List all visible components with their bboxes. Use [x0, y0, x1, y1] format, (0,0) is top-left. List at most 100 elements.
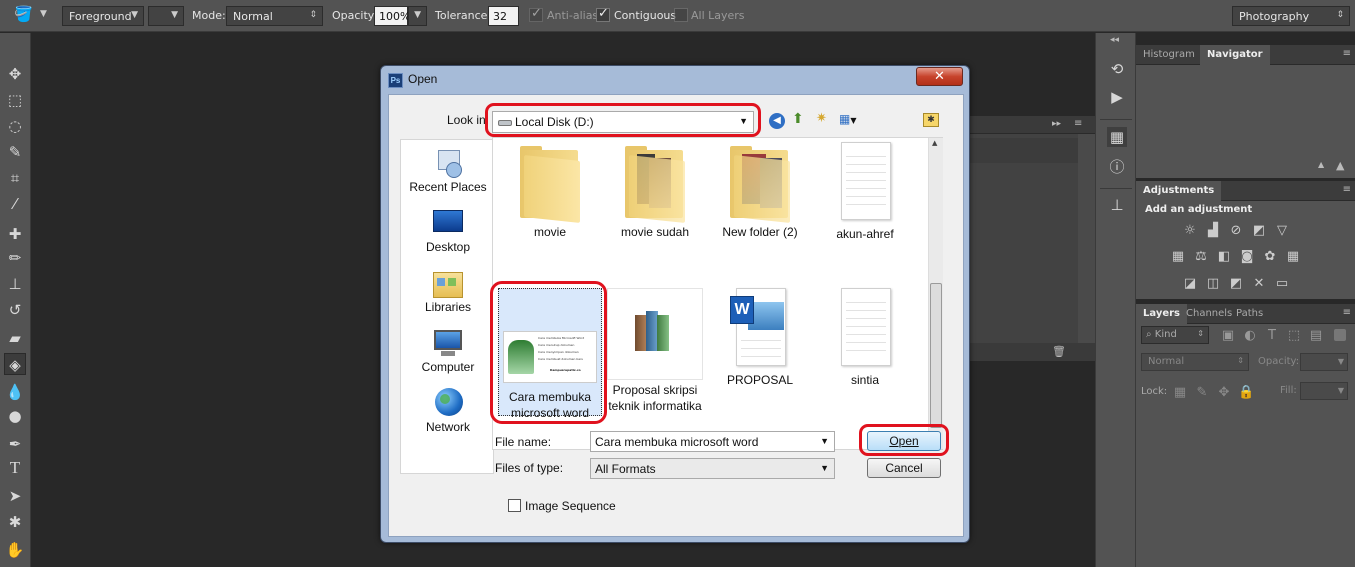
panel-menu-icon[interactable]: ≡	[1343, 48, 1351, 59]
file-item-folder[interactable]: movie sudah	[603, 142, 707, 240]
opacity-dropdown-button[interactable]: ▼	[408, 6, 427, 26]
color-lookup-icon[interactable]: ▦	[1285, 250, 1301, 264]
file-item-document[interactable]: W PROPOSAL	[708, 288, 812, 388]
gradient-map-icon[interactable]: ▭	[1274, 277, 1290, 291]
anti-alias-checkbox[interactable]	[529, 6, 543, 22]
lock-transparent-icon[interactable]: ▦	[1172, 386, 1188, 400]
navigator-zoom-slider[interactable]: ▲ ▲	[1136, 159, 1355, 172]
color-balance-icon[interactable]: ⚖	[1193, 250, 1209, 264]
back-button[interactable]: ◀	[769, 113, 785, 129]
file-list-scrollbar[interactable]: ▲ ▼	[928, 138, 943, 449]
tolerance-input[interactable]: 32	[488, 6, 519, 26]
tab-navigator[interactable]: Navigator	[1200, 45, 1270, 65]
zoom-out-icon[interactable]: ▲	[1318, 160, 1324, 169]
brightness-icon[interactable]: ☼	[1182, 224, 1198, 238]
filter-adjustment-icon[interactable]: ◐	[1242, 329, 1258, 343]
lasso-tool-icon[interactable]: ◌	[4, 115, 26, 137]
panel-menu-icon[interactable]: ≡	[1074, 118, 1082, 129]
strip-collapse-icon[interactable]: ◂◂	[1110, 35, 1119, 45]
place-desktop[interactable]: Desktop	[401, 208, 495, 254]
tab-adjustments[interactable]: Adjustments	[1136, 181, 1222, 201]
custom-shape-tool-icon[interactable]: ✱	[4, 511, 26, 533]
files-of-type-select[interactable]: All Formats ▼	[590, 458, 835, 479]
image-sequence-checkbox[interactable]	[508, 499, 521, 512]
file-item-folder[interactable]: New folder (2)	[708, 142, 812, 240]
panel-menu-icon[interactable]: ≡	[1343, 307, 1351, 318]
filter-shape-icon[interactable]: ⬚	[1286, 329, 1302, 343]
channel-mixer-icon[interactable]: ✿	[1262, 250, 1278, 264]
crop-tool-icon[interactable]: ⌗	[4, 167, 26, 189]
place-computer[interactable]: Computer	[401, 328, 495, 374]
curves-icon[interactable]: ⊘	[1228, 224, 1244, 238]
paragraph-styles-icon[interactable]: ⊥	[1107, 195, 1127, 215]
eyedropper-tool-icon[interactable]: ⁄	[4, 193, 26, 215]
marquee-tool-icon[interactable]: ⬚	[4, 89, 26, 111]
place-recent-places[interactable]: Recent Places	[401, 148, 495, 194]
zoom-in-icon[interactable]: ▲	[1336, 159, 1344, 172]
workspace-select[interactable]: Photography ⇕	[1232, 6, 1350, 26]
fill-input[interactable]: ▼	[1300, 382, 1348, 400]
history-brush-tool-icon[interactable]: ↺	[4, 299, 26, 321]
new-folder-button[interactable]: ✷	[816, 111, 834, 129]
pen-tool-icon[interactable]: ✒	[4, 433, 26, 455]
levels-icon[interactable]: ▟	[1205, 224, 1221, 238]
exposure-icon[interactable]: ◩	[1251, 224, 1267, 238]
vibrance-icon[interactable]: ▽	[1274, 224, 1290, 238]
panel-menu-icon[interactable]: ≡	[1343, 184, 1351, 195]
blur-tool-icon[interactable]: 💧	[4, 381, 26, 403]
up-folder-button[interactable]: ⬆	[792, 111, 810, 129]
eraser-tool-icon[interactable]: ▰	[4, 327, 26, 349]
type-tool-icon[interactable]: T	[4, 457, 26, 479]
filter-toggle[interactable]	[1334, 329, 1346, 341]
info-icon[interactable]: ⓘ	[1107, 157, 1127, 177]
paint-bucket-tool-icon[interactable]: 🪣	[14, 5, 36, 27]
lock-all-icon[interactable]: 🔒	[1238, 386, 1254, 400]
filter-type-icon[interactable]: T	[1264, 329, 1280, 343]
lock-image-icon[interactable]: ✎	[1194, 386, 1210, 400]
mode-select[interactable]: Normal ⇕	[226, 6, 323, 26]
layer-filter-select[interactable]: ⌕ Kind ⇕	[1141, 326, 1209, 344]
lock-position-icon[interactable]: ✥	[1216, 386, 1232, 400]
black-white-icon[interactable]: ◧	[1216, 250, 1232, 264]
actions-play-icon[interactable]: ▶	[1107, 87, 1127, 107]
pattern-picker[interactable]: ▼	[148, 6, 184, 26]
hand-tool-icon[interactable]: ✋	[4, 539, 26, 561]
place-libraries[interactable]: Libraries	[401, 268, 495, 314]
filter-pixel-icon[interactable]: ▣	[1220, 329, 1236, 343]
fill-source-select[interactable]: Foreground ▼	[62, 6, 144, 26]
move-tool-icon[interactable]: ✥	[4, 63, 26, 85]
quick-selection-tool-icon[interactable]: ✎	[4, 141, 26, 163]
tool-preset-caret-icon[interactable]: ▼	[40, 9, 47, 19]
hue-saturation-icon[interactable]: ▦	[1170, 250, 1186, 264]
close-button[interactable]: ✕	[916, 67, 963, 86]
document-scrollbar[interactable]	[1078, 134, 1095, 361]
healing-brush-tool-icon[interactable]: ✚	[4, 223, 26, 245]
layer-opacity-input[interactable]: ▼	[1300, 353, 1348, 371]
threshold-icon[interactable]: ◩	[1228, 277, 1244, 291]
all-layers-checkbox[interactable]	[674, 8, 688, 22]
file-item-document[interactable]: Proposal skripsi teknik informatika	[603, 288, 707, 414]
blend-mode-select[interactable]: Normal ⇕	[1141, 353, 1249, 371]
filter-smart-object-icon[interactable]: ▤	[1308, 329, 1324, 343]
file-item-document[interactable]: akun-ahref	[813, 142, 917, 242]
favorites-button[interactable]: ✱	[923, 113, 939, 127]
brush-tool-icon[interactable]: ✏	[4, 247, 26, 269]
view-menu-button[interactable]: ▦▼	[839, 112, 865, 128]
posterize-icon[interactable]: ◫	[1205, 277, 1221, 291]
clone-stamp-tool-icon[interactable]: ⊥	[4, 273, 26, 295]
selective-color-icon[interactable]: ✕	[1251, 277, 1267, 291]
opacity-input[interactable]: 100%	[374, 6, 410, 26]
properties-icon[interactable]: ▦	[1107, 127, 1127, 147]
tab-histogram[interactable]: Histogram	[1136, 45, 1202, 65]
cancel-button[interactable]: Cancel	[867, 458, 941, 478]
paint-bucket-tool-icon[interactable]: ◈	[4, 353, 26, 375]
place-network[interactable]: Network	[401, 388, 495, 434]
contiguous-checkbox[interactable]	[596, 6, 610, 22]
scroll-up-icon[interactable]: ▲	[932, 139, 937, 147]
file-item-document[interactable]: sintia	[813, 288, 917, 388]
invert-icon[interactable]: ◪	[1182, 277, 1198, 291]
path-selection-tool-icon[interactable]: ➤	[4, 485, 26, 507]
tab-paths[interactable]: Paths	[1229, 304, 1270, 324]
history-icon[interactable]: ⟲	[1107, 59, 1127, 79]
photo-filter-icon[interactable]: ◙	[1239, 250, 1255, 264]
